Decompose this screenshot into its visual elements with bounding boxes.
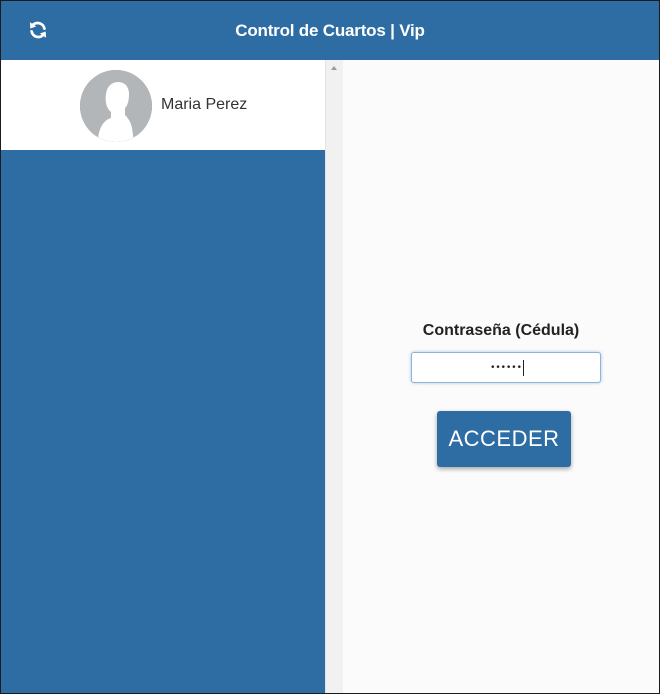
password-input[interactable] xyxy=(411,352,601,383)
default-avatar-icon xyxy=(80,70,152,142)
text-cursor xyxy=(523,360,524,376)
top-bar: Control de Cuartos | Vip xyxy=(1,1,659,60)
login-panel: Contraseña (Cédula) ACCEDER xyxy=(343,60,659,693)
login-button[interactable]: ACCEDER xyxy=(437,411,571,467)
scroll-up-arrow-icon[interactable] xyxy=(331,66,337,70)
app-window: Control de Cuartos | Vip Maria Perez Con… xyxy=(0,0,660,694)
sidebar-scrollbar[interactable] xyxy=(325,60,343,693)
user-name: Maria Perez xyxy=(161,96,248,113)
password-label: Contraseña (Cédula) xyxy=(422,322,580,339)
app-title: Control de Cuartos | Vip xyxy=(235,21,425,40)
sidebar: Maria Perez xyxy=(1,60,325,693)
user-list-item[interactable]: Maria Perez xyxy=(1,60,325,150)
